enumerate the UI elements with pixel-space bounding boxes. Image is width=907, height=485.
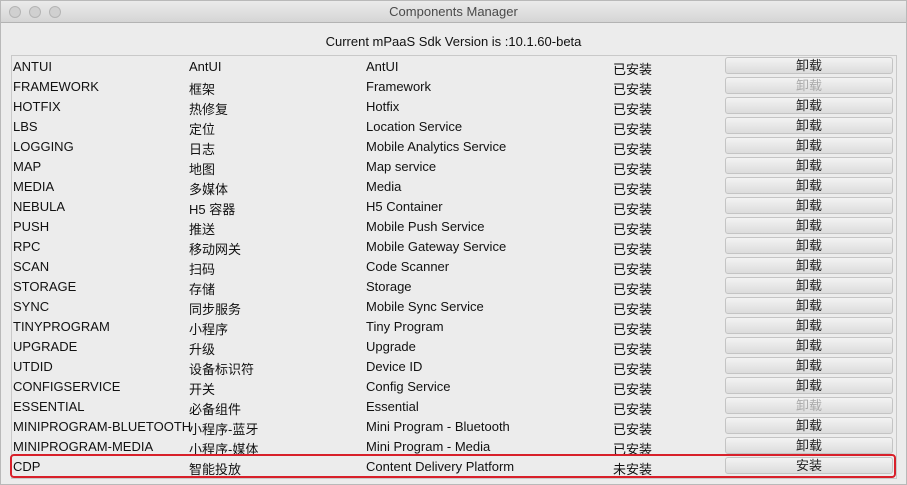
component-description: Mobile Analytics Service bbox=[366, 139, 507, 154]
window-title: Components Manager bbox=[389, 4, 518, 19]
title-bar: Components Manager bbox=[1, 1, 906, 23]
uninstall-button[interactable]: 卸载 bbox=[725, 237, 893, 254]
uninstall-button[interactable]: 卸载 bbox=[725, 437, 893, 454]
component-description: Code Scanner bbox=[366, 259, 450, 274]
component-id: CONFIGSERVICE bbox=[13, 379, 121, 394]
component-row: LOGGING 日志 Mobile Analytics Service 已安装 卸载 bbox=[12, 136, 896, 157]
component-id: LBS bbox=[13, 119, 38, 134]
uninstall-button: 卸载 bbox=[725, 397, 893, 414]
component-id: STORAGE bbox=[13, 279, 77, 294]
component-id: SYNC bbox=[13, 299, 50, 314]
component-description: H5 Container bbox=[366, 199, 443, 214]
uninstall-button[interactable]: 卸载 bbox=[725, 197, 893, 214]
uninstall-button[interactable]: 卸载 bbox=[725, 217, 893, 234]
component-id: TINYPROGRAM bbox=[13, 319, 110, 334]
component-id: MAP bbox=[13, 159, 42, 174]
uninstall-button[interactable]: 卸载 bbox=[725, 97, 893, 114]
component-row: SYNC 同步服务 Mobile Sync Service 已安装 卸载 bbox=[12, 296, 896, 317]
component-row: MEDIA 多媒体 Media 已安装 卸载 bbox=[12, 176, 896, 197]
component-id: MEDIA bbox=[13, 179, 55, 194]
component-row: HOTFIX 热修复 Hotfix 已安装 卸载 bbox=[12, 96, 896, 117]
component-description: Upgrade bbox=[366, 339, 416, 354]
component-description: AntUI bbox=[366, 59, 399, 74]
component-description: Map service bbox=[366, 159, 437, 174]
component-id: LOGGING bbox=[13, 139, 74, 154]
component-row: MAP 地图 Map service 已安装 卸载 bbox=[12, 156, 896, 177]
component-description: Config Service bbox=[366, 379, 451, 394]
component-description: Hotfix bbox=[366, 99, 400, 114]
component-description: Essential bbox=[366, 399, 419, 414]
uninstall-button[interactable]: 卸载 bbox=[725, 317, 893, 334]
component-description: Storage bbox=[366, 279, 412, 294]
uninstall-button[interactable]: 卸载 bbox=[725, 117, 893, 134]
component-row: CONFIGSERVICE 开关 Config Service 已安装 卸载 bbox=[12, 376, 896, 397]
uninstall-button[interactable]: 卸载 bbox=[725, 337, 893, 354]
component-chinese-name: AntUI bbox=[189, 59, 222, 74]
uninstall-button[interactable]: 卸载 bbox=[725, 177, 893, 194]
component-description: Mini Program - Bluetooth bbox=[366, 419, 510, 434]
component-description: Mobile Sync Service bbox=[366, 299, 484, 314]
component-row: MINIPROGRAM-BLUETOOTH 小程序-蓝牙 Mini Program … bbox=[12, 416, 896, 437]
component-id: SCAN bbox=[13, 259, 50, 274]
component-description: Mobile Gateway Service bbox=[366, 239, 507, 254]
component-id: UPGRADE bbox=[13, 339, 78, 354]
uninstall-button[interactable]: 卸载 bbox=[725, 297, 893, 314]
component-row: NEBULA H5 容器 H5 Container 已安装 卸载 bbox=[12, 196, 896, 217]
install-status: 未安装 bbox=[613, 462, 653, 477]
component-description: Media bbox=[366, 179, 402, 194]
component-row: ANTUI AntUI AntUI 已安装 卸载 bbox=[12, 56, 896, 77]
component-chinese-name: 智能投放 bbox=[189, 462, 242, 477]
component-id: NEBULA bbox=[13, 199, 66, 214]
component-row: UPGRADE 升级 Upgrade 已安装 卸载 bbox=[12, 336, 896, 357]
uninstall-button[interactable]: 卸载 bbox=[725, 277, 893, 294]
component-row: SCAN 扫码 Code Scanner 已安装 卸载 bbox=[12, 256, 896, 277]
component-row: PUSH 推送 Mobile Push Service 已安装 卸载 bbox=[12, 216, 896, 237]
component-description: Device ID bbox=[366, 359, 423, 374]
component-id: PUSH bbox=[13, 219, 50, 234]
component-id: MINIPROGRAM-MEDIA bbox=[13, 439, 154, 454]
component-row: CDP 智能投放 Content Delivery Platform 未安装 安装 bbox=[10, 454, 896, 478]
component-id: UTDID bbox=[13, 359, 53, 374]
component-id: ESSENTIAL bbox=[13, 399, 85, 414]
component-row: UTDID 设备标识符 Device ID 已安装 卸载 bbox=[12, 356, 896, 377]
component-row: MINIPROGRAM-MEDIA 小程序-媒体 Mini Program - Me… bbox=[12, 436, 896, 457]
component-row: FRAMEWORK 框架 Framework 已安装 卸载 bbox=[12, 76, 896, 97]
component-id: RPC bbox=[13, 239, 41, 254]
components-list: ANTUI AntUI AntUI 已安装 卸载 FRAMEWORK 框架 Framework… bbox=[10, 55, 897, 479]
component-id: FRAMEWORK bbox=[13, 79, 99, 94]
component-row: RPC 移动网关 Mobile Gateway Service 已安装 卸载 bbox=[12, 236, 896, 257]
uninstall-button[interactable]: 卸载 bbox=[725, 357, 893, 374]
uninstall-button[interactable]: 卸载 bbox=[725, 257, 893, 274]
component-id: ANTUI bbox=[13, 59, 52, 74]
component-description: Mobile Push Service bbox=[366, 219, 485, 234]
uninstall-button[interactable]: 卸载 bbox=[725, 417, 893, 434]
component-row: TINYPROGRAM 小程序 Tiny Program 已安装 卸载 bbox=[12, 316, 896, 337]
component-row: STORAGE 存储 Storage 已安装 卸载 bbox=[12, 276, 896, 297]
uninstall-button: 卸载 bbox=[725, 77, 893, 94]
component-description: Framework bbox=[366, 79, 432, 94]
component-description: Mini Program - Media bbox=[366, 439, 491, 454]
component-description: Location Service bbox=[366, 119, 463, 134]
component-row: ESSENTIAL 必备组件 Essential 已安装 卸载 bbox=[12, 396, 896, 417]
component-row: LBS 定位 Location Service 已安装 卸载 bbox=[12, 116, 896, 137]
uninstall-button[interactable]: 卸载 bbox=[725, 157, 893, 174]
component-id: MINIPROGRAM-BLUETOOTH bbox=[13, 419, 192, 434]
components-manager-window: Components Manager Current mPaaS Sdk Ver… bbox=[0, 0, 907, 485]
component-id: CDP bbox=[13, 459, 41, 474]
uninstall-button[interactable]: 卸载 bbox=[725, 137, 893, 154]
uninstall-button[interactable]: 卸载 bbox=[725, 377, 893, 394]
sdk-version-label: Current mPaaS Sdk Version is :10.1.60-be… bbox=[325, 34, 582, 49]
install-button[interactable]: 安装 bbox=[725, 457, 893, 474]
component-id: HOTFIX bbox=[13, 99, 61, 114]
component-description: Tiny Program bbox=[366, 319, 444, 334]
component-description: Content Delivery Platform bbox=[366, 459, 515, 474]
uninstall-button[interactable]: 卸载 bbox=[725, 57, 893, 74]
